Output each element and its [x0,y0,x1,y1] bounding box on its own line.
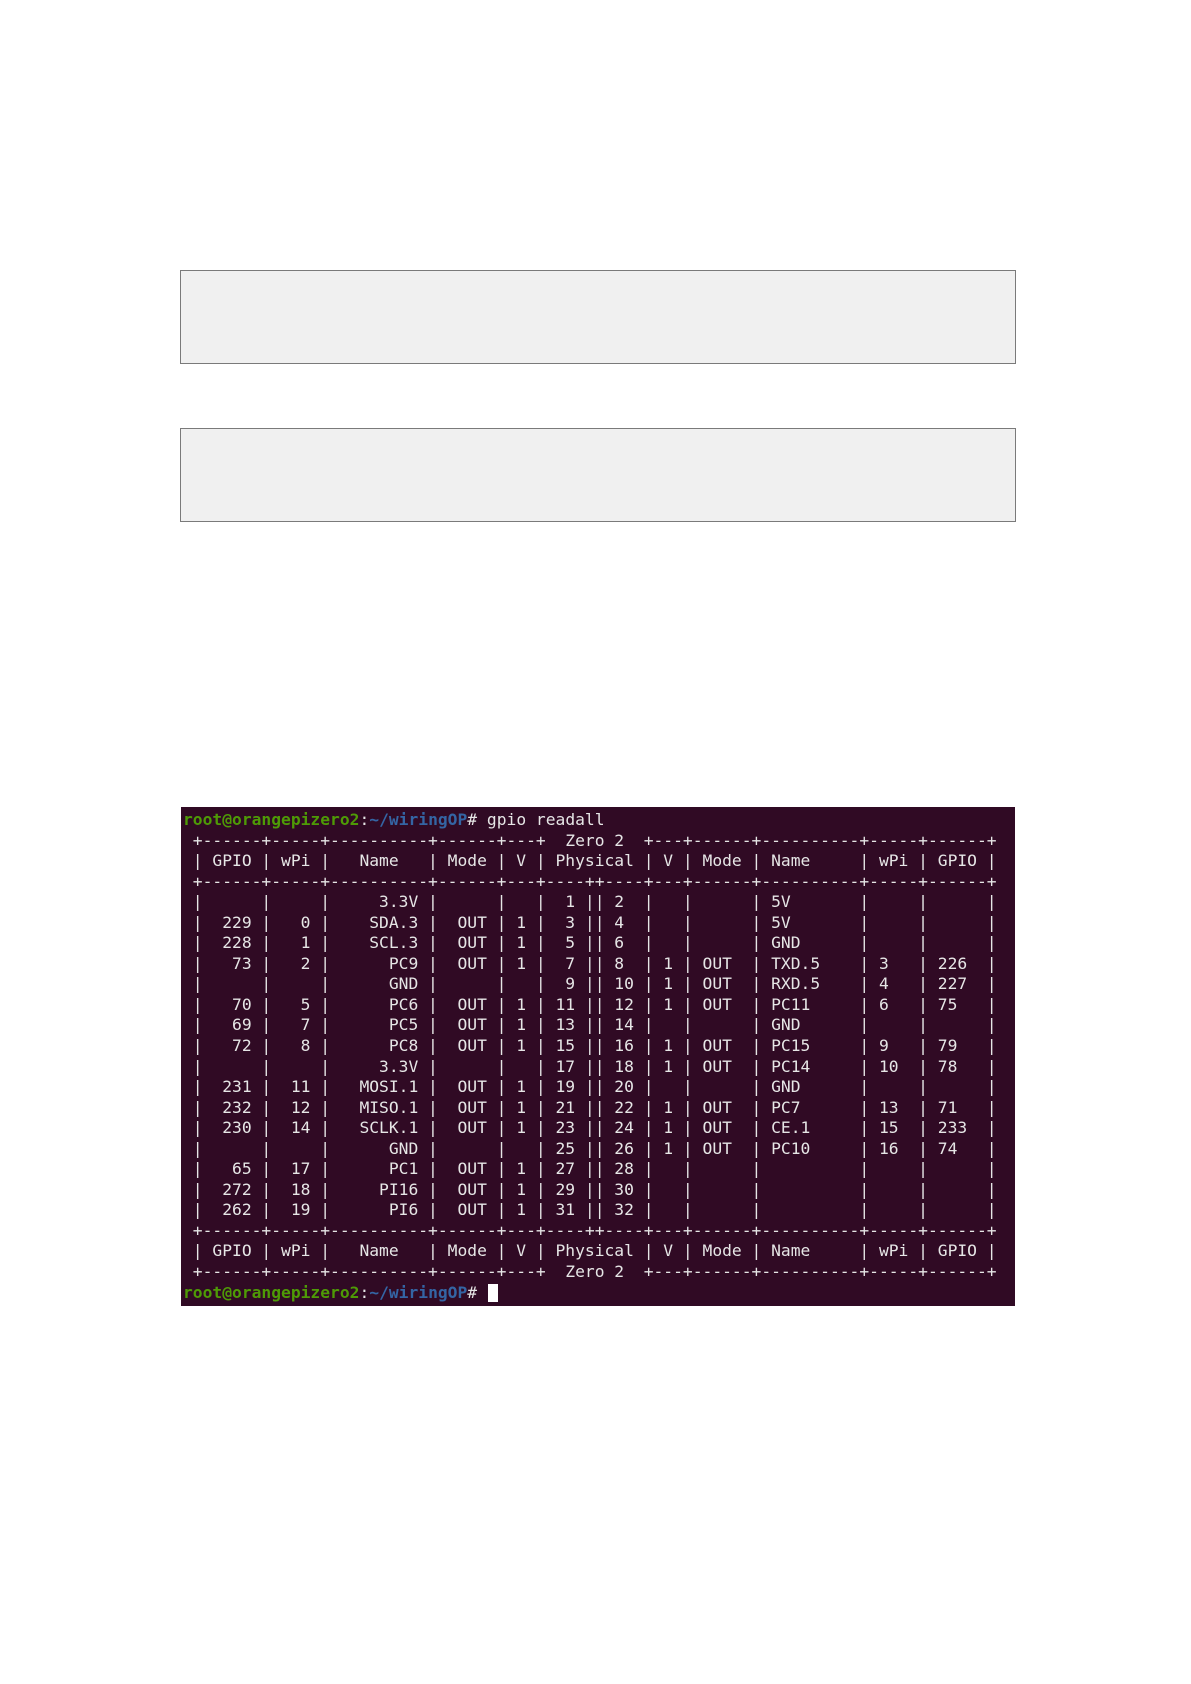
table-row: | 73 | 2 | PC9 | OUT | 1 | 7 || 8 | 1 | … [183,953,997,973]
table-row: | 228 | 1 | SCL.3 | OUT | 1 | 5 || 6 | |… [183,933,997,953]
table-row: | 72 | 8 | PC8 | OUT | 1 | 15 || 16 | 1 … [183,1036,997,1056]
prompt-symbol: # [467,810,478,829]
prompt-separator: : [359,1282,370,1302]
table-row: | | | 3.3V | | | 1 || 2 | | | 5V | | | [183,892,997,912]
code-block-empty-2 [180,428,1016,522]
table-row: | 272 | 18 | PI16 | OUT | 1 | 29 || 30 |… [183,1179,997,1199]
table-row: | 70 | 5 | PC6 | OUT | 1 | 11 || 12 | 1 … [183,994,997,1014]
table-row: | | | 3.3V | | | 17 || 18 | 1 | OUT | PC… [183,1056,997,1076]
table-row: | 262 | 19 | PI6 | OUT | 1 | 31 || 32 | … [183,1200,997,1220]
terminal-screenshot: root@orangepizero2:~/wiringOP# gpio read… [181,807,1015,1306]
prompt-path: ~/wiringOP [369,1282,468,1302]
table-divider-bottom: +------+-----+----------+------+---+----… [183,1220,997,1240]
prompt-symbol: # [467,1282,478,1302]
table-row: | 232 | 12 | MISO.1 | OUT | 1 | 21 || 22… [183,1097,997,1117]
prompt-user-host: root@orangepizero2 [183,810,360,829]
table-header-columns: | GPIO | wPi | Name | Mode | V | Physica… [183,851,997,871]
table-footer-columns: | GPIO | wPi | Name | Mode | V | Physica… [183,1241,997,1261]
table-footer-border: +------+-----+----------+------+---+ Zer… [183,1262,997,1282]
table-row: | | | GND | | | 9 || 10 | 1 | OUT | RXD.… [183,974,997,994]
prompt-user-host: root@orangepizero2 [183,1282,360,1302]
table-header-border: +------+-----+----------+------+---+ Zer… [183,830,997,850]
prompt-path: ~/wiringOP [369,810,468,829]
table-row: | 65 | 17 | PC1 | OUT | 1 | 27 || 28 | |… [183,1159,997,1179]
code-block-empty-1 [180,270,1016,364]
prompt-line-idle: root@orangepizero2:~/wiringOP# [183,1283,1015,1304]
table-row: | 229 | 0 | SDA.3 | OUT | 1 | 3 || 4 | |… [183,912,997,932]
terminal-cursor[interactable] [487,1283,498,1302]
table-row: | 231 | 11 | MOSI.1 | OUT | 1 | 19 || 20… [183,1077,997,1097]
prompt-line-command: root@orangepizero2:~/wiringOP# gpio read… [183,810,1015,831]
table-row: | 230 | 14 | SCLK.1 | OUT | 1 | 23 || 24… [183,1118,997,1138]
table-divider: +------+-----+----------+------+---+----… [183,871,997,891]
command-text: gpio readall [477,810,605,829]
prompt-separator: : [359,810,370,829]
table-row: | | | GND | | | 25 || 26 | 1 | OUT | PC1… [183,1138,997,1158]
table-row: | 69 | 7 | PC5 | OUT | 1 | 13 || 14 | | … [183,1015,997,1035]
